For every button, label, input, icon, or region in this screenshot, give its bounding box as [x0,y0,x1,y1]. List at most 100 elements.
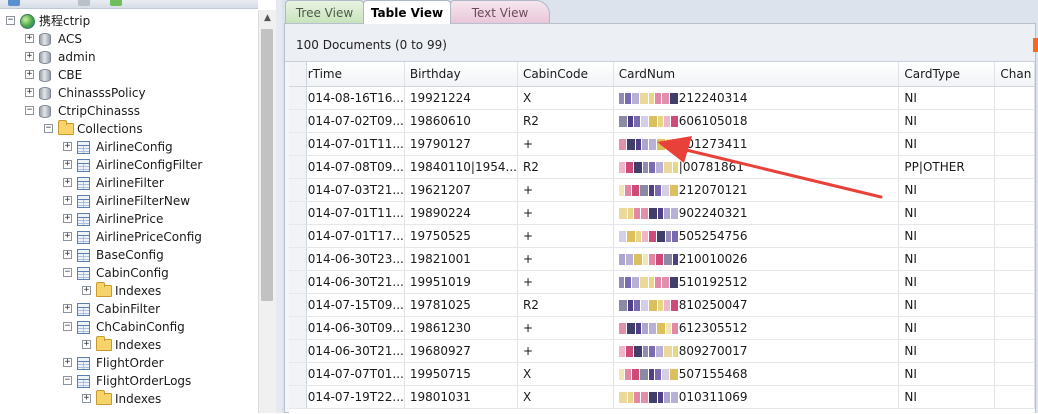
tree-node-collection[interactable]: + FlightOrder [0,354,258,372]
row-header-cell[interactable] [289,316,307,340]
table-row[interactable]: 014-07-19T22... 19801031 X 010311069 NI [289,385,1035,409]
expand-icon[interactable]: + [25,88,34,97]
tree-node-collection[interactable]: − CabinConfig [0,264,258,282]
cell-cabincode: + [517,224,614,248]
column-header-cabincode[interactable]: CabinCode [517,62,614,87]
expand-icon[interactable]: + [82,394,91,403]
cell-cardnum: 212070121 [613,178,900,202]
expand-icon[interactable]: + [25,70,34,79]
row-header-cell[interactable] [289,132,307,156]
tree-node-collection[interactable]: + AirlineFilterNew [0,192,258,210]
table-row[interactable]: 014-07-03T21... 19621207 +212070121 NI [289,178,1035,202]
row-header-cell[interactable] [289,293,307,317]
tab-tree-view[interactable]: Tree View [285,0,364,23]
tree-node-collection[interactable]: + CabinFilter [0,300,258,318]
tree-node-indexes-folder[interactable]: + Indexes [0,390,258,408]
table-grid-icon [77,357,90,370]
table-row[interactable]: 014-06-30T21... 19951019 +510192512 NI [289,270,1035,294]
scroll-up-icon[interactable]: ▲ [259,10,276,27]
row-header-cell[interactable] [289,270,307,294]
tree-node-server[interactable]: − 携程ctrip [0,12,258,30]
collapse-icon[interactable]: − [63,322,72,331]
tree-node-database[interactable]: + admin [0,48,258,66]
tab-text-view[interactable]: Text View [450,0,550,23]
column-header-chan[interactable]: Chan [994,62,1035,87]
table-row[interactable]: 014-07-01T11... 19790127 +901273411 NI [289,132,1035,156]
disconnect-icon[interactable] [78,0,90,6]
table-row[interactable]: 014-07-08T09... 19840110|1954... R2 |007818… [289,155,1035,179]
tree-node-database[interactable]: − CtripChinasss [0,102,258,120]
collapse-icon[interactable]: − [25,106,34,115]
column-header-birthday[interactable]: Birthday [404,62,518,87]
tree-node-collection[interactable]: + AirlineFilter [0,174,258,192]
tree-node-indexes-folder[interactable]: + Indexes [0,336,258,354]
tree-node-collection[interactable]: − ChCabinConfig [0,318,258,336]
connect-icon[interactable] [8,0,20,6]
tree-node-collection[interactable]: + BaseConfig [0,246,258,264]
refresh-icon[interactable] [110,0,122,6]
expand-icon[interactable]: + [63,178,72,187]
scrollbar-thumb[interactable] [261,29,273,301]
tree-vertical-scrollbar[interactable]: ▲ [258,10,276,413]
row-header-cell[interactable] [289,339,307,363]
expand-icon[interactable]: + [82,340,91,349]
table-row[interactable]: 014-07-01T17... 19750525 +505254756 NI [289,224,1035,248]
expand-icon[interactable]: + [63,196,72,205]
column-header-cardnum[interactable]: CardNum [613,62,900,87]
table-row[interactable]: 014-06-30T09... 19861230 +612305512 NI [289,316,1035,340]
table-row[interactable]: 014-07-15T09... 19781025 R2 810250047 NI [289,293,1035,317]
expand-icon[interactable]: + [63,250,72,259]
row-header-cell[interactable] [289,178,307,202]
tree-node-collections-folder[interactable]: − Collections [0,120,258,138]
table-row[interactable]: 014-08-16T16... 19921224 X 212240314 NI [289,86,1035,110]
tree-node-collection[interactable]: + AirlineConfigFilter [0,156,258,174]
tree-node-collection[interactable]: + AirlinePrice [0,210,258,228]
tree-node-label: admin [58,50,96,64]
expand-icon[interactable]: + [63,214,72,223]
row-header-cell[interactable] [289,109,307,133]
row-header-cell[interactable] [289,362,307,386]
expand-icon[interactable]: + [25,34,34,43]
row-header-cell[interactable] [289,155,307,179]
documents-grid[interactable]: rTime Birthday CabinCode CardNum CardTyp… [289,62,1035,414]
tree-node-label: AirlineConfig [96,140,173,154]
tree-node-label: AirlinePrice [96,212,164,226]
row-header-corner[interactable] [289,62,307,87]
tree-node-database[interactable]: + CBE [0,66,258,84]
expand-icon[interactable]: + [25,52,34,61]
table-row[interactable]: 014-07-07T01... 19950715 X 507155468 NI [289,362,1035,386]
expand-icon[interactable]: + [82,286,91,295]
expand-icon[interactable]: + [63,232,72,241]
column-header-time[interactable]: rTime [306,62,405,87]
tree-node-collection[interactable]: + AirlinePriceConfig [0,228,258,246]
collapse-icon[interactable]: − [6,16,15,25]
table-row[interactable]: 014-06-30T23... 19821001 +210010026 NI [289,247,1035,271]
expand-icon[interactable]: + [63,304,72,313]
table-row[interactable]: 014-07-02T09... 19860610 R2 606105018 NI [289,109,1035,133]
tree-node-database[interactable]: + ChinasssPolicy [0,84,258,102]
tree-node-indexes-folder[interactable]: + Indexes [0,282,258,300]
collapse-icon[interactable]: − [63,376,72,385]
row-header-cell[interactable] [289,86,307,110]
table-row[interactable]: 014-06-30T21... 19680927 +809270017 NI [289,339,1035,363]
tree-node-collection[interactable]: − FlightOrderLogs [0,372,258,390]
expand-icon[interactable]: + [63,358,72,367]
collapse-icon[interactable]: − [44,124,53,133]
cell-chan [994,293,1035,317]
row-header-cell[interactable] [289,247,307,271]
table-row[interactable]: 014-07-01T11... 19890224 +902240321 NI [289,201,1035,225]
table-grid-icon [77,213,90,226]
card-number-suffix: 507155468 [678,366,748,381]
collapse-icon[interactable]: − [63,268,72,277]
expand-icon[interactable]: + [63,160,72,169]
column-header-cardtype[interactable]: CardType [898,62,996,87]
row-header-cell[interactable] [289,385,307,409]
tab-table-view[interactable]: Table View [363,0,451,24]
card-number-suffix: 212240314 [678,90,748,105]
row-header-cell[interactable] [289,201,307,225]
expand-icon[interactable]: + [63,142,72,151]
tree-node-collection[interactable]: + AirlineConfig [0,138,258,156]
row-header-cell[interactable] [289,224,307,248]
tree-node-database[interactable]: + ACS [0,30,258,48]
cell-time: 014-06-30T21... [306,270,405,294]
